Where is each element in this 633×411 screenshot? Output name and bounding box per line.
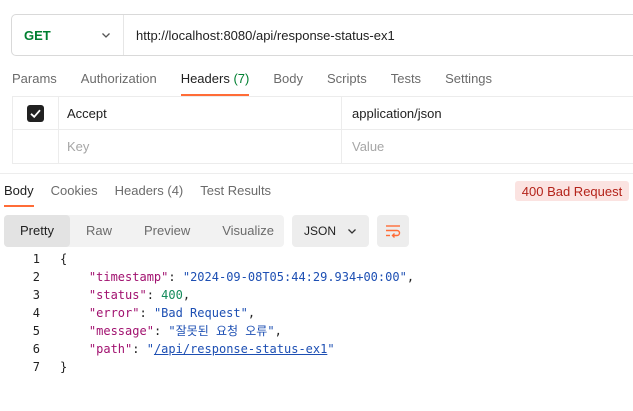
- response-tabs: Body Cookies Headers (4) Test Results: [4, 183, 288, 209]
- tab-label: Tests: [390, 71, 422, 86]
- tab-count: (7): [233, 71, 250, 86]
- line-number: 2: [32, 270, 40, 284]
- tab-body[interactable]: Body: [273, 70, 303, 96]
- tab-tests[interactable]: Tests: [391, 70, 421, 96]
- json-value: "2024-09-08T05:44:29.934+00:00": [182, 270, 407, 284]
- response-body-code: 1 { 2 "timestamp": "2024-09-08T05:44:29.…: [0, 250, 633, 376]
- tab-label: Scripts: [326, 71, 367, 86]
- tab-label: Settings: [445, 71, 493, 86]
- view-visualize-button[interactable]: Visualize: [206, 215, 290, 247]
- request-tabs: Params Authorization Headers (7) Body Sc…: [12, 70, 516, 96]
- line-number: 7: [32, 360, 40, 374]
- wrap-lines-button[interactable]: [377, 215, 409, 247]
- section-divider: [0, 173, 633, 174]
- code-line: 6 "path": "/api/response-status-ex1": [0, 340, 633, 358]
- format-select[interactable]: JSON: [292, 215, 369, 247]
- tab-label: Params: [12, 71, 57, 86]
- json-key: "status": [88, 288, 147, 302]
- line-number: 5: [32, 324, 40, 338]
- table-row: Key Value: [13, 130, 633, 163]
- tab-response-cookies[interactable]: Cookies: [51, 183, 98, 209]
- view-mode-switcher: Pretty Raw Preview Visualize: [4, 215, 284, 247]
- view-pretty-button[interactable]: Pretty: [4, 215, 70, 247]
- code-line: 7 }: [0, 358, 633, 376]
- url-bar: GET http://localhost:8080/api/response-s…: [11, 14, 633, 56]
- line-number: 4: [32, 306, 40, 320]
- tab-authorization[interactable]: Authorization: [81, 70, 157, 96]
- code-line: 5 "message": "잘못된 요청 오류",: [0, 322, 633, 340]
- line-number: 6: [32, 342, 40, 356]
- code-line: 1 {: [0, 250, 633, 268]
- checkmark-icon: [30, 109, 41, 118]
- header-enable-cell: [13, 130, 59, 163]
- code-line: 3 "status": 400,: [0, 286, 633, 304]
- header-enable-checkbox[interactable]: [27, 104, 44, 122]
- header-enable-cell: [13, 97, 59, 129]
- chevron-down-icon: [102, 33, 110, 38]
- table-row: Accept application/json: [13, 97, 633, 130]
- format-label: JSON: [304, 224, 337, 238]
- new-header-value-field[interactable]: Value: [342, 130, 633, 163]
- wrap-lines-icon: [386, 225, 401, 238]
- json-value: "잘못된 요청 오류": [168, 324, 275, 338]
- json-value: 400: [161, 288, 183, 302]
- view-raw-button[interactable]: Raw: [70, 215, 128, 247]
- tab-test-results[interactable]: Test Results: [200, 183, 271, 209]
- tab-label: Body: [273, 71, 303, 86]
- method-select[interactable]: GET: [12, 15, 124, 55]
- tab-response-body[interactable]: Body: [4, 183, 34, 209]
- json-path-link[interactable]: /api/response-status-ex1: [154, 342, 327, 356]
- json-open-brace: {: [60, 252, 68, 266]
- new-header-key-field[interactable]: Key: [59, 130, 342, 163]
- tab-response-headers[interactable]: Headers (4): [115, 183, 184, 209]
- headers-table: Accept application/json Key Value: [12, 96, 633, 164]
- json-key: "error": [88, 306, 140, 320]
- json-value: "Bad Request": [153, 306, 248, 320]
- header-key-field[interactable]: Accept: [59, 97, 342, 129]
- tab-settings[interactable]: Settings: [445, 70, 492, 96]
- header-value-field[interactable]: application/json: [342, 97, 633, 129]
- line-number: 3: [32, 288, 40, 302]
- line-number: 1: [32, 252, 40, 266]
- method-label: GET: [24, 27, 51, 43]
- json-key: "timestamp": [88, 270, 169, 284]
- view-preview-button[interactable]: Preview: [128, 215, 206, 247]
- tab-scripts[interactable]: Scripts: [327, 70, 367, 96]
- tab-headers[interactable]: Headers (7): [180, 70, 250, 96]
- url-input[interactable]: http://localhost:8080/api/response-statu…: [124, 28, 395, 43]
- json-key: "path": [88, 342, 133, 356]
- tab-params[interactable]: Params: [12, 70, 57, 96]
- chevron-down-icon: [348, 229, 356, 234]
- json-key: "message": [88, 324, 154, 338]
- status-badge[interactable]: 400 Bad Request: [515, 181, 629, 201]
- tab-label: Authorization: [80, 71, 157, 86]
- code-line: 2 "timestamp": "2024-09-08T05:44:29.934+…: [0, 268, 633, 286]
- json-close-brace: }: [60, 360, 68, 374]
- tab-label: Headers: [180, 71, 230, 86]
- code-line: 4 "error": "Bad Request",: [0, 304, 633, 322]
